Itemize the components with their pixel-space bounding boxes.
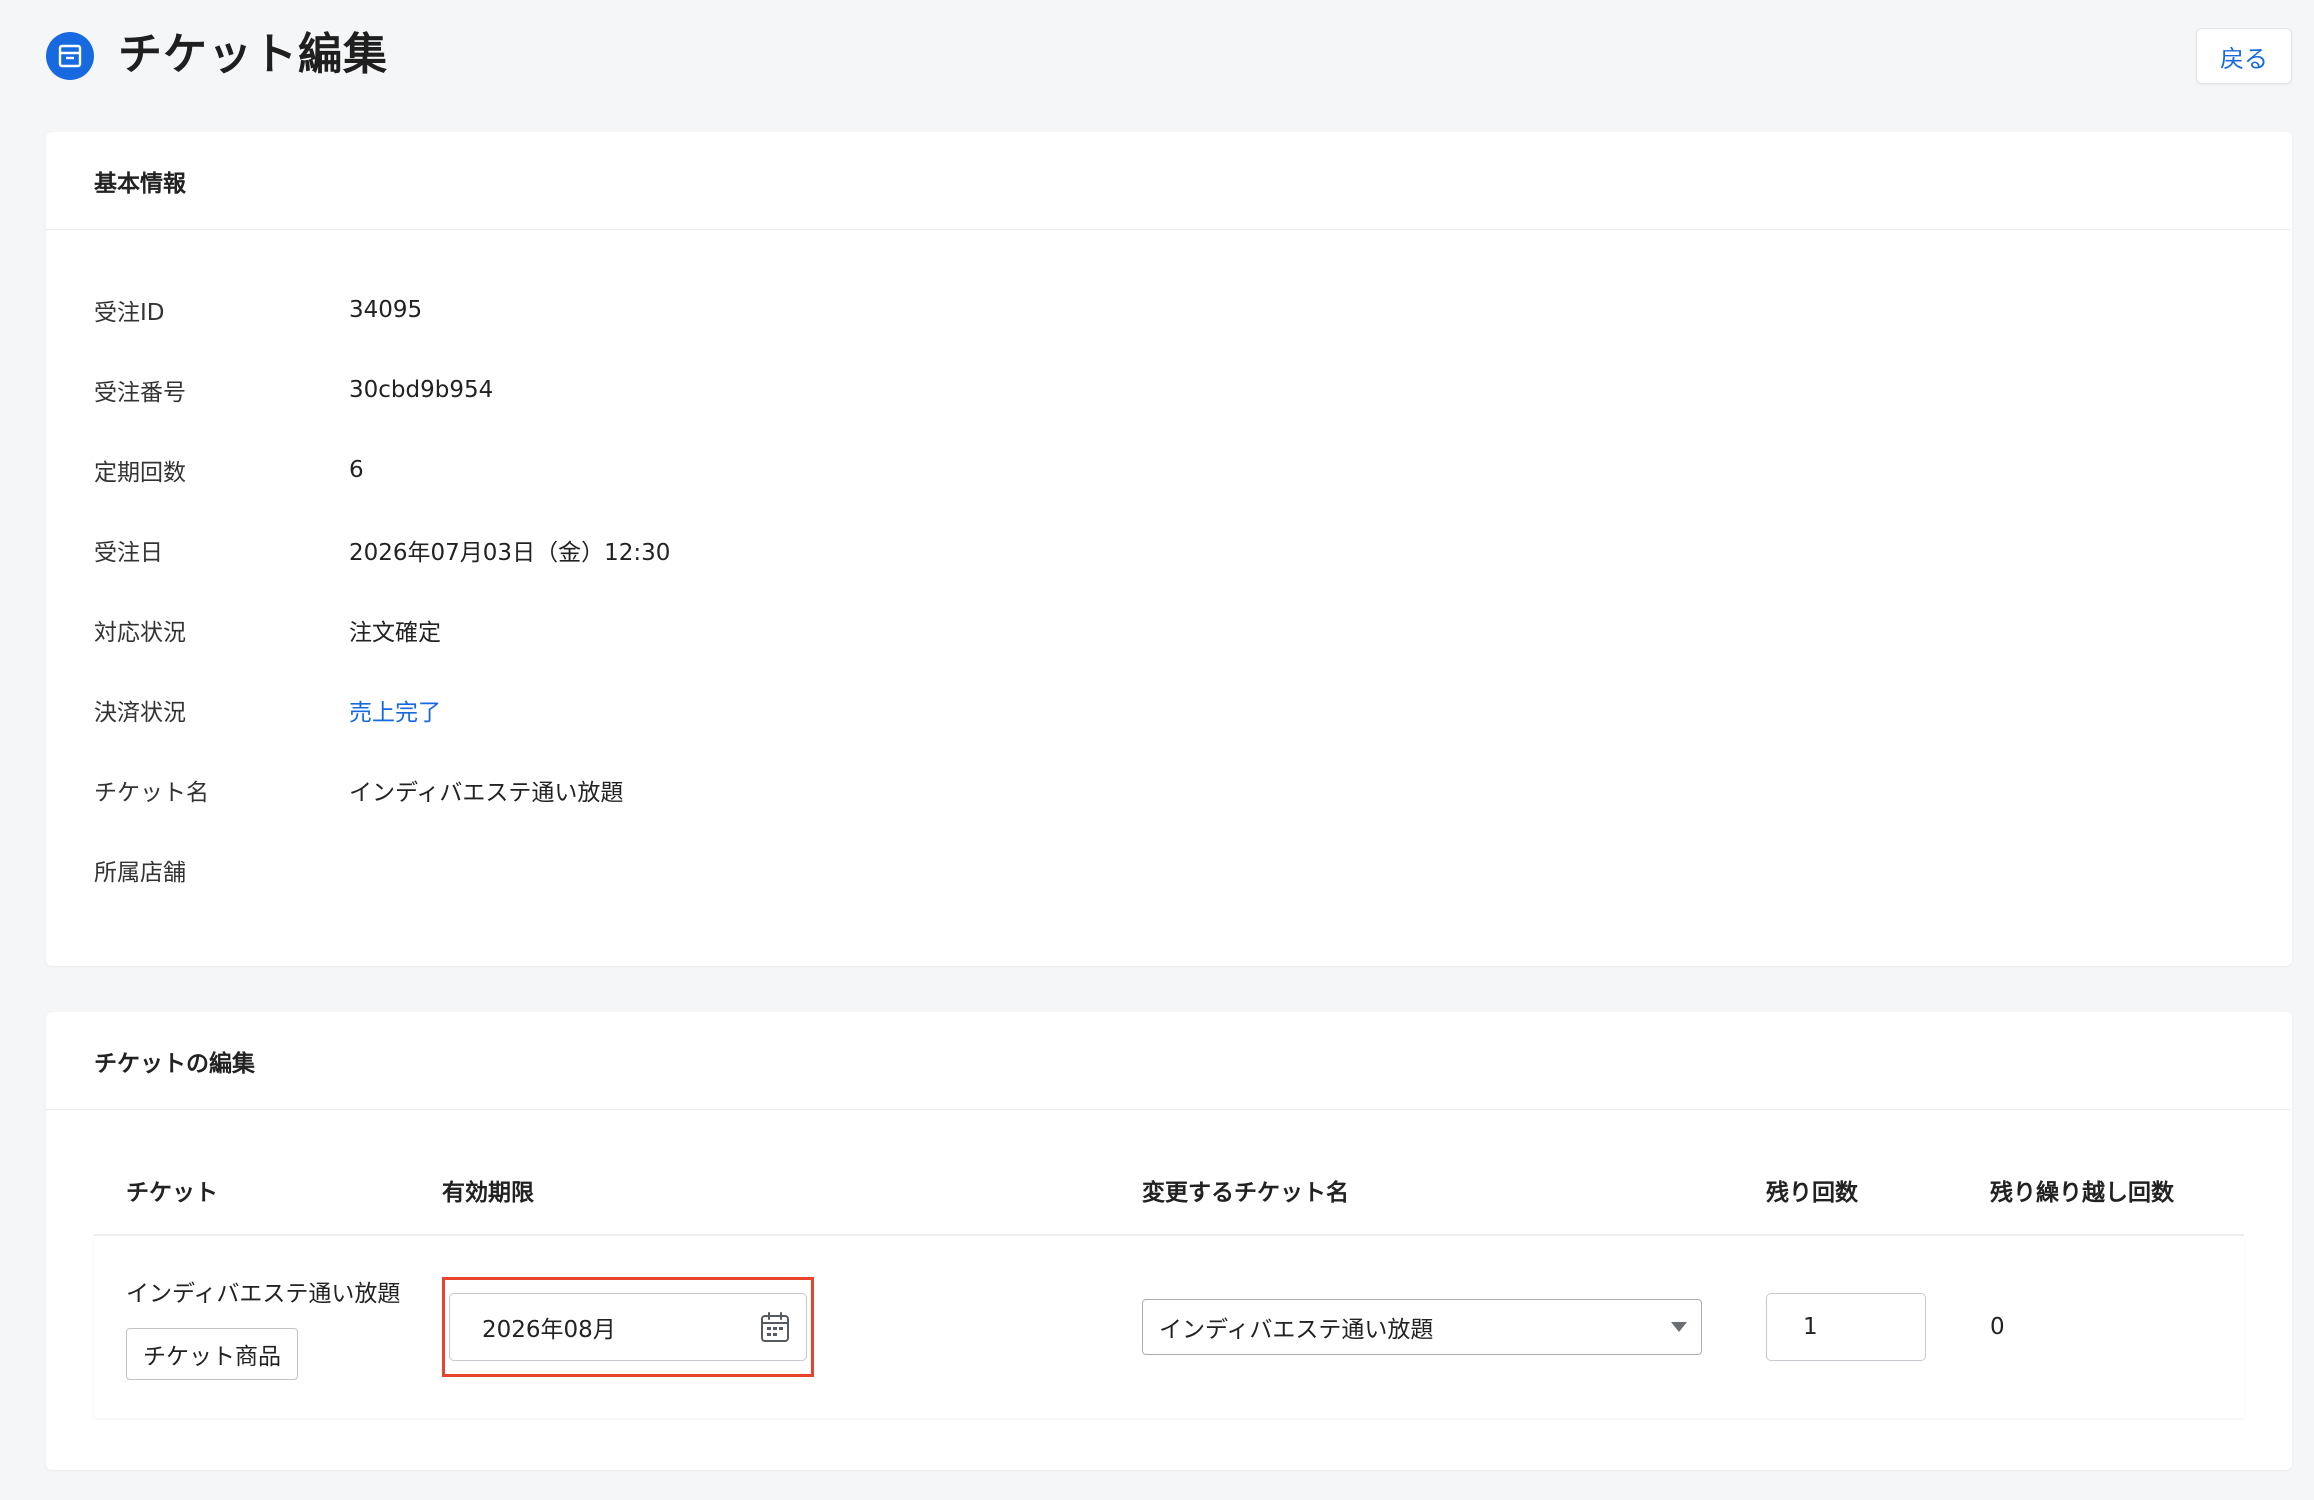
info-value: 2026年07月03日（金）12:30 xyxy=(349,540,671,566)
info-row-payment-status: 決済状況 売上完了 xyxy=(94,670,2292,750)
info-row-order-status: 対応状況 注文確定 xyxy=(94,590,2292,670)
page: チケット編集 戻る 基本情報 受注ID 34095 受注番号 30cbd9b95… xyxy=(0,0,2314,1500)
info-value: 34095 xyxy=(349,297,423,323)
table-header: チケット 有効期限 変更するチケット名 残り回数 残り繰り越し回数 xyxy=(94,1146,2244,1236)
column-header-new-ticket-name: 変更するチケット名 xyxy=(1142,1180,1349,1206)
info-value: インディバエステ通い放題 xyxy=(349,780,624,806)
info-row-ticket-name: チケット名 インディバエステ通い放題 xyxy=(94,750,2292,830)
info-row-order-id: 受注ID 34095 xyxy=(94,270,2292,350)
page-header: チケット編集 戻る xyxy=(46,0,2292,126)
column-header-carryover: 残り繰り越し回数 xyxy=(1990,1180,2174,1206)
info-label: 定期回数 xyxy=(94,460,186,486)
select-value: インディバエステ通い放題 xyxy=(1159,1317,1434,1343)
info-row-order-date: 受注日 2026年07月03日（金）12:30 xyxy=(94,510,2292,590)
info-label: 対応状況 xyxy=(94,620,186,646)
basic-info-card: 基本情報 受注ID 34095 受注番号 30cbd9b954 定期回数 6 受… xyxy=(46,132,2292,966)
column-header-expiry: 有効期限 xyxy=(442,1180,534,1206)
ticket-name: インディバエステ通い放題 xyxy=(126,1281,401,1307)
column-header-remaining: 残り回数 xyxy=(1766,1180,1858,1206)
info-value: 6 xyxy=(349,457,364,483)
remaining-count-input[interactable] xyxy=(1766,1293,1926,1361)
back-button[interactable]: 戻る xyxy=(2196,28,2292,84)
payment-status-link[interactable]: 売上完了 xyxy=(349,693,441,727)
carryover-cell: 0 xyxy=(1990,1314,2244,1340)
info-row-store: 所属店舗 xyxy=(94,830,2292,910)
info-row-subscription-count: 定期回数 6 xyxy=(94,430,2292,510)
new-ticket-name-cell: インディバエステ通い放題 xyxy=(1142,1299,1766,1355)
info-label: 受注番号 xyxy=(94,380,186,406)
ticket-product-tag[interactable]: チケット商品 xyxy=(126,1328,298,1380)
info-label: 所属店舗 xyxy=(94,860,186,886)
ticket-edit-title: チケットの編集 xyxy=(46,1012,2292,1110)
carryover-count: 0 xyxy=(1990,1314,2005,1340)
chevron-down-icon xyxy=(1671,1322,1687,1332)
archive-box-icon xyxy=(46,32,94,80)
expiry-highlight: 2026年08月 xyxy=(442,1277,814,1377)
ticket-edit-card: チケットの編集 チケット 有効期限 変更するチケット名 残り回数 残り繰り越し回… xyxy=(46,1012,2292,1470)
info-label: 受注ID xyxy=(94,300,165,326)
info-row-order-number: 受注番号 30cbd9b954 xyxy=(94,350,2292,430)
basic-info-title: 基本情報 xyxy=(46,132,2292,230)
info-label: 受注日 xyxy=(94,540,163,566)
info-label: チケット名 xyxy=(94,780,209,806)
remaining-cell xyxy=(1766,1293,1990,1361)
page-title: チケット編集 xyxy=(118,29,388,80)
basic-info-list: 受注ID 34095 受注番号 30cbd9b954 定期回数 6 受注日 20… xyxy=(46,230,2292,910)
table-row: インディバエステ通い放題 チケット商品 2026年08月 インディバエステ通い放… xyxy=(94,1236,2244,1418)
info-value: 30cbd9b954 xyxy=(349,377,494,403)
column-header-ticket: チケット xyxy=(126,1180,218,1206)
ticket-table: チケット 有効期限 変更するチケット名 残り回数 残り繰り越し回数 インディバエ… xyxy=(94,1146,2244,1418)
expiry-cell: 2026年08月 xyxy=(442,1277,1142,1377)
expiry-date-value: 2026年08月 xyxy=(482,1317,616,1343)
ticket-cell: インディバエステ通い放題 チケット商品 xyxy=(94,1274,442,1380)
info-label: 決済状況 xyxy=(94,700,186,726)
info-value: 注文確定 xyxy=(349,620,441,646)
expiry-date-picker[interactable]: 2026年08月 xyxy=(449,1293,807,1361)
new-ticket-name-select[interactable]: インディバエステ通い放題 xyxy=(1142,1299,1702,1355)
calendar-icon[interactable] xyxy=(760,1311,790,1343)
